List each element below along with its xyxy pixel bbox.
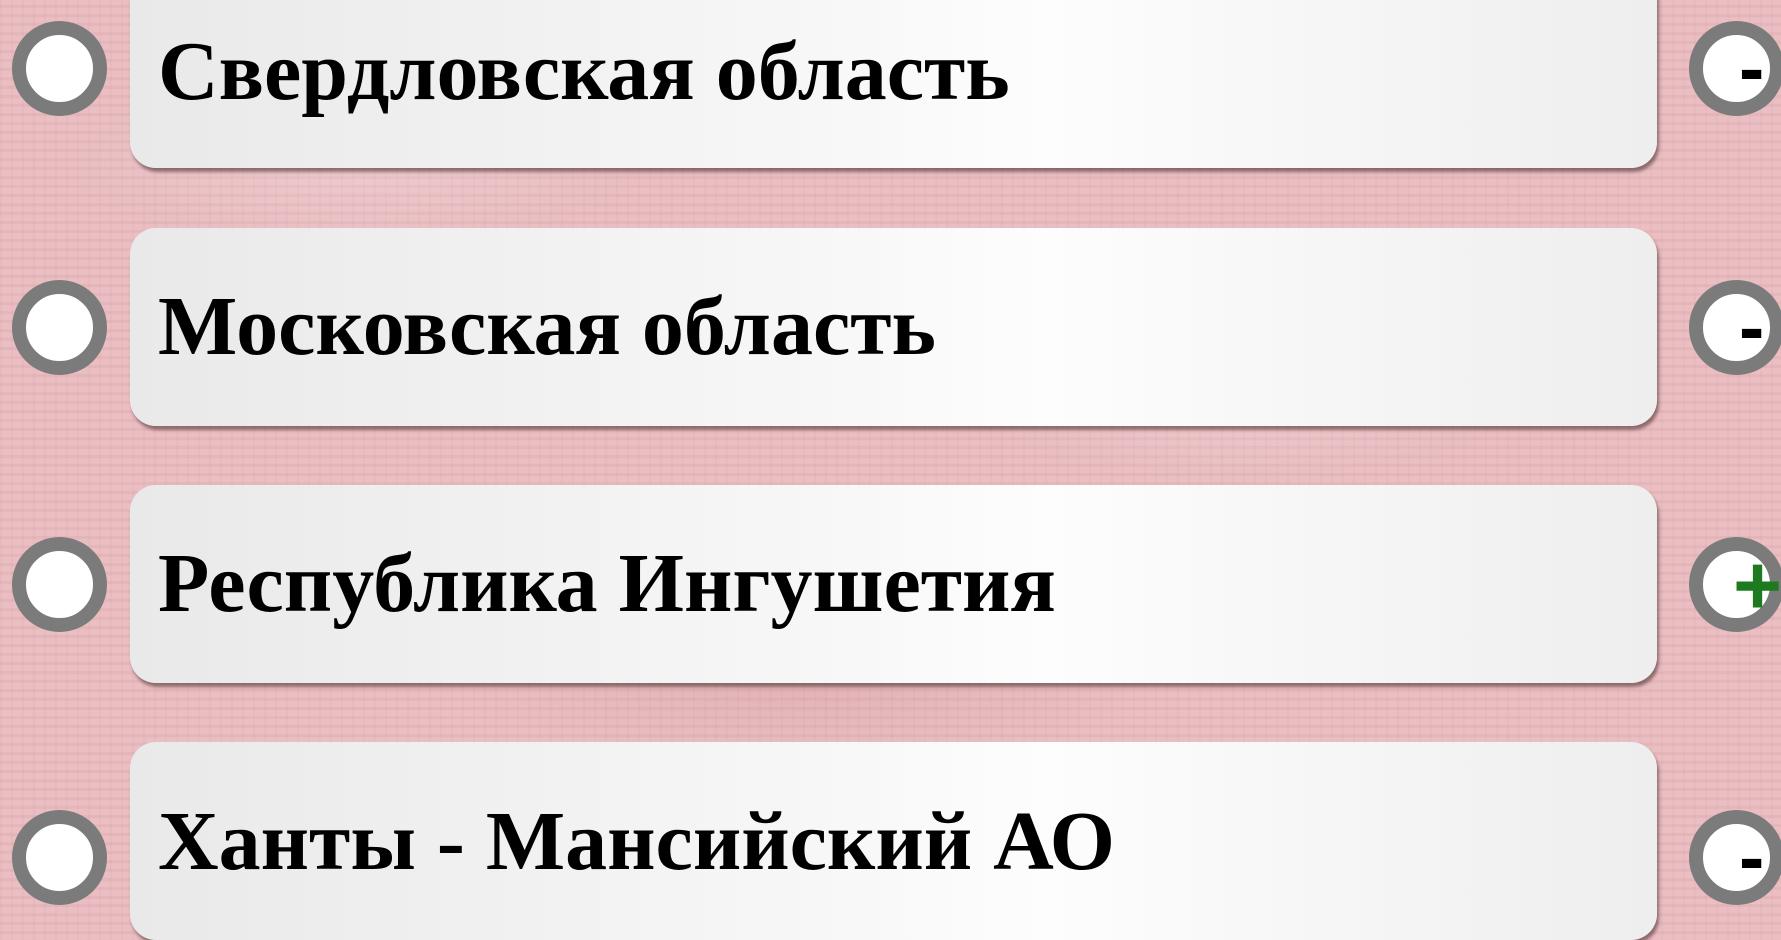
answer-option-2: Московская область - (0, 228, 1781, 426)
result-mark-option-1: - (1689, 21, 1781, 116)
plus-icon: + (1733, 537, 1781, 632)
minus-icon: - (1739, 25, 1765, 111)
radio-button-option-4[interactable] (12, 810, 107, 905)
answer-option-4: Ханты - Мансийский АО - (0, 742, 1781, 940)
result-mark-option-2: - (1689, 280, 1781, 375)
result-mark-option-4: - (1689, 810, 1781, 905)
answer-card-option-2[interactable]: Московская область (130, 228, 1657, 426)
radio-button-option-2[interactable] (12, 280, 107, 375)
answer-label-option-4: Ханты - Мансийский АО (158, 795, 1115, 888)
result-mark-option-3: + (1689, 537, 1781, 632)
answer-option-1: Свердловская область - (0, 0, 1781, 168)
answer-card-option-1[interactable]: Свердловская область (130, 0, 1657, 168)
radio-button-option-3[interactable] (12, 537, 107, 632)
answer-card-option-4[interactable]: Ханты - Мансийский АО (130, 742, 1657, 940)
answer-label-option-2: Московская область (158, 280, 936, 373)
answer-option-3: Республика Ингушетия + (0, 485, 1781, 683)
minus-icon: - (1739, 284, 1765, 370)
answer-card-option-3[interactable]: Республика Ингушетия (130, 485, 1657, 683)
minus-icon: - (1739, 814, 1765, 900)
answer-label-option-1: Свердловская область (158, 25, 1010, 118)
quiz-screen: { "options": [ { "label": "Свердловская … (0, 0, 1781, 940)
answer-label-option-3: Республика Ингушетия (158, 537, 1056, 630)
radio-button-option-1[interactable] (12, 21, 107, 116)
